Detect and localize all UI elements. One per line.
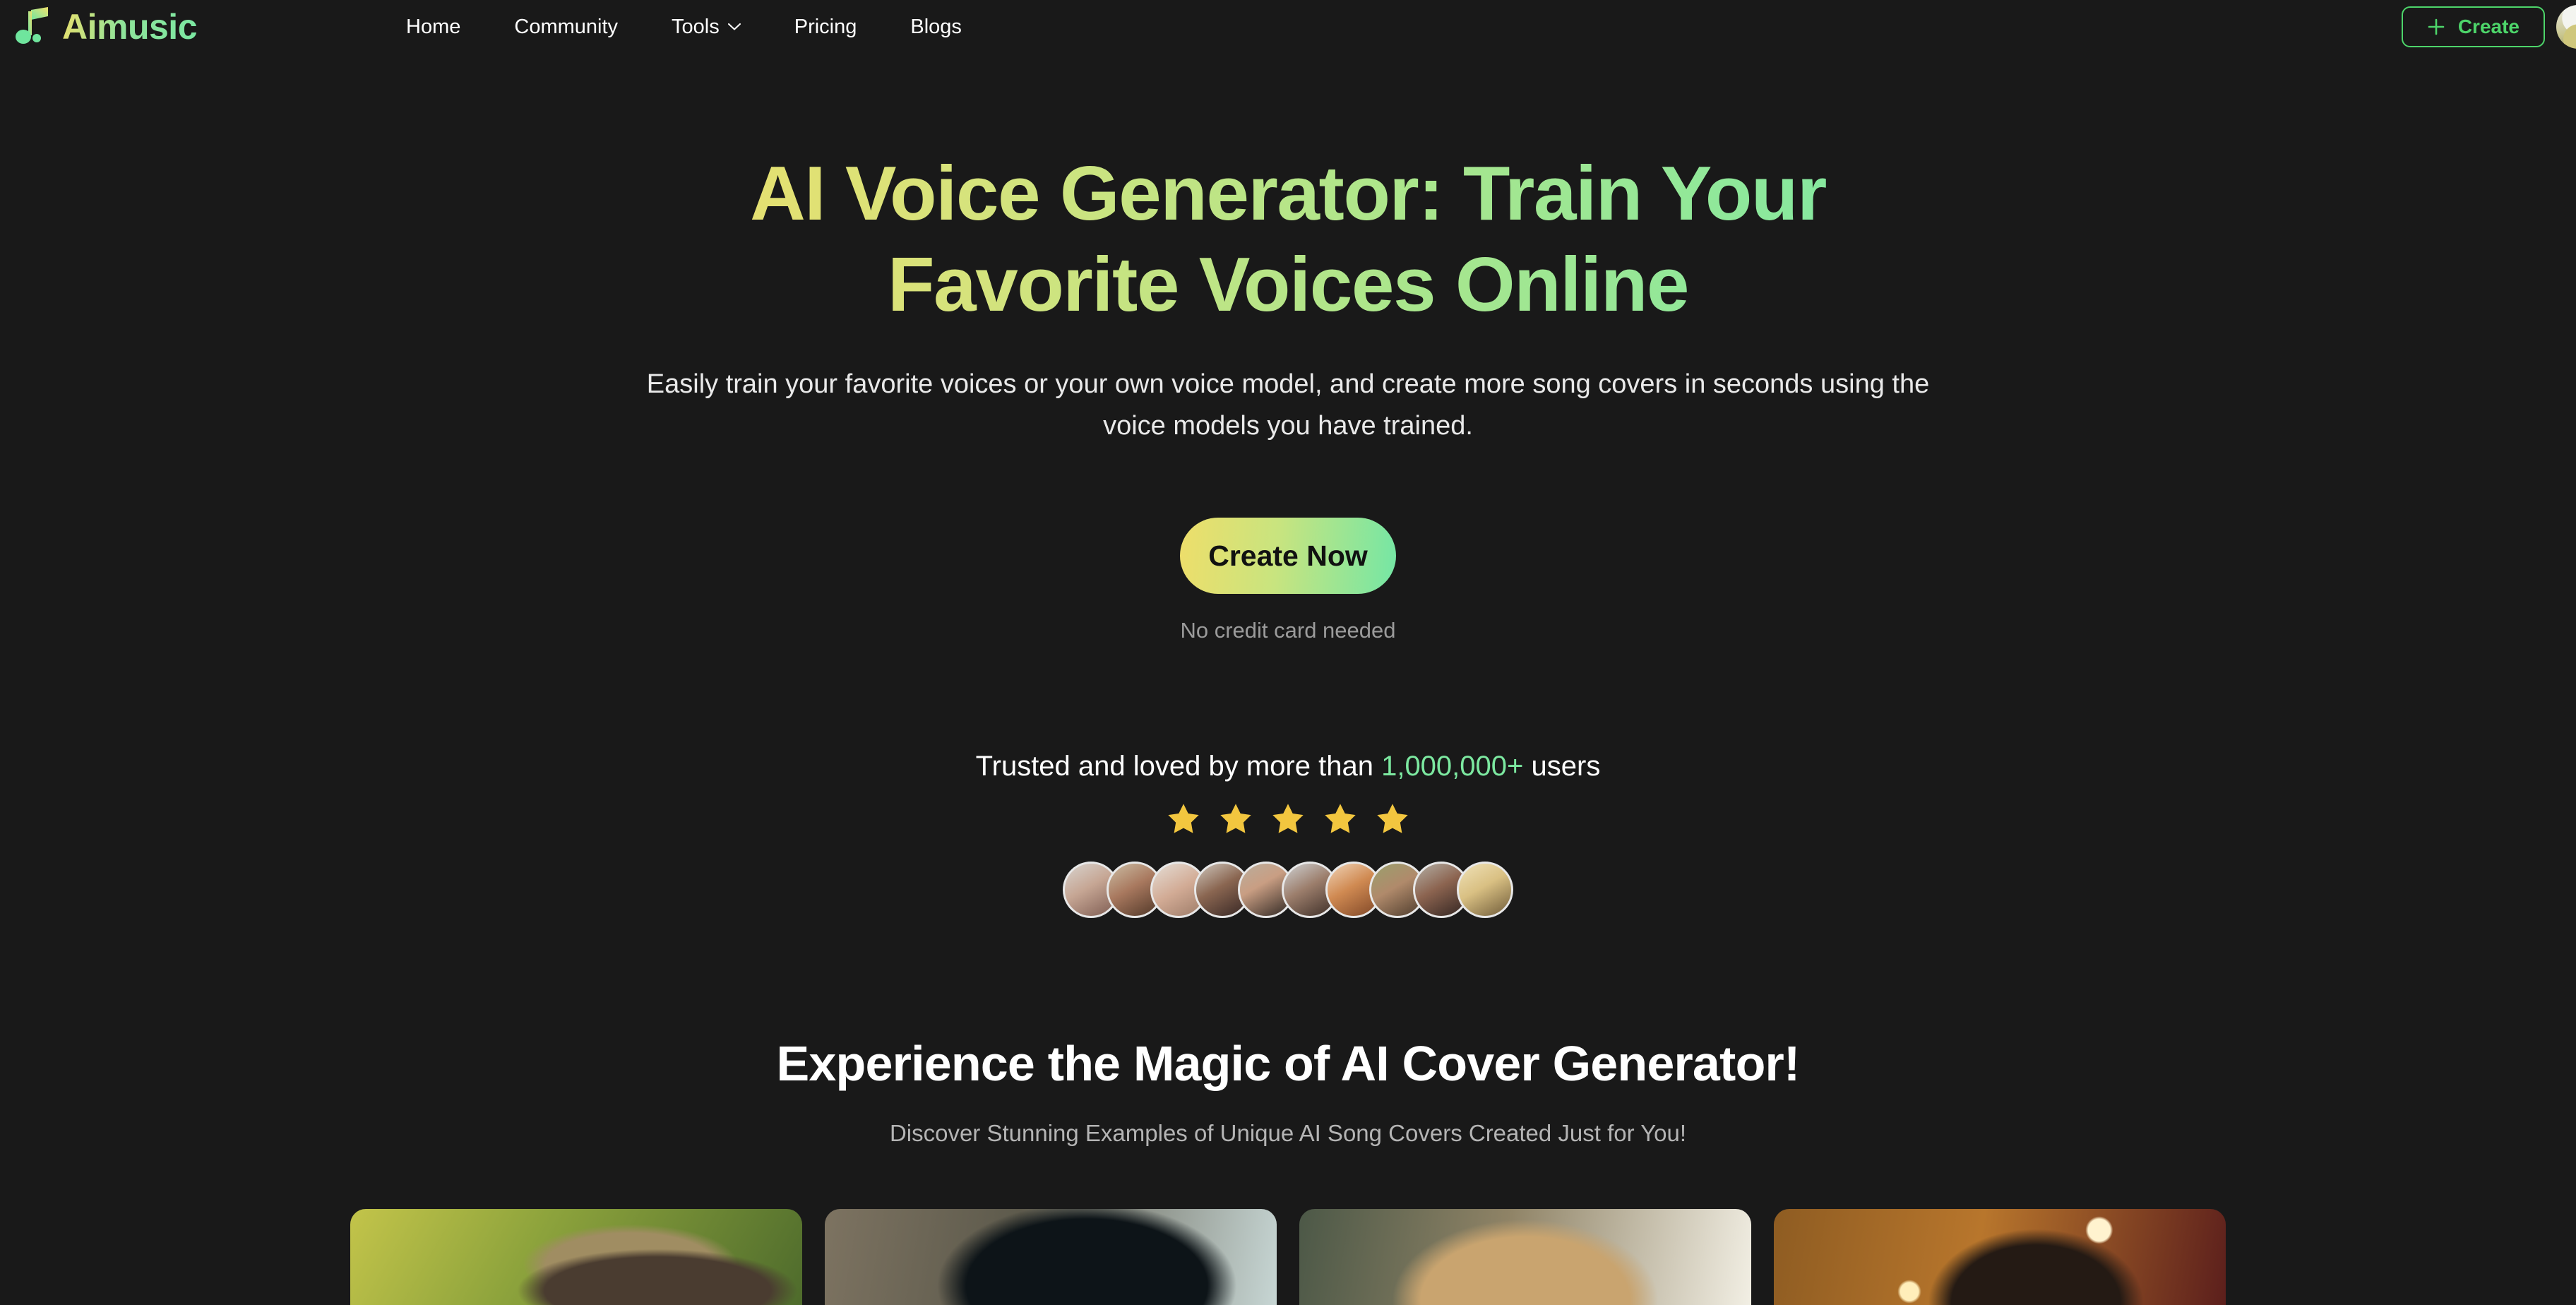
examples-section-header: Experience the Magic of AI Cover Generat… — [0, 1035, 2576, 1147]
music-note-icon — [16, 7, 48, 44]
nav-item-home-label: Home — [406, 15, 461, 38]
trusted-by-line: Trusted and loved by more than 1,000,000… — [0, 751, 2576, 782]
star-icon — [1325, 804, 1356, 833]
create-now-button[interactable]: Create Now — [1180, 518, 1396, 594]
examples-section-title: Experience the Magic of AI Cover Generat… — [776, 1036, 1801, 1091]
hero-section: AI Voice Generator: Train Your Favorite … — [0, 54, 2576, 1147]
nav-links: Home Community Tools Pricing Blogs — [379, 15, 989, 38]
user-count-highlight: 1,000,000+ — [1381, 751, 1524, 782]
nav-item-blogs[interactable]: Blogs — [883, 15, 989, 38]
nav-item-pricing[interactable]: Pricing — [768, 15, 884, 38]
create-button[interactable]: Create — [2401, 6, 2545, 47]
avatar — [1457, 862, 1513, 918]
nav-item-pricing-label: Pricing — [794, 15, 857, 38]
cta-note: No credit card needed — [1180, 618, 1396, 643]
nav-item-home[interactable]: Home — [379, 15, 487, 38]
plus-icon — [2428, 18, 2445, 35]
chevron-down-icon — [727, 23, 741, 30]
nav-item-tools[interactable]: Tools — [645, 15, 768, 38]
star-rating — [0, 801, 2576, 838]
page-title: AI Voice Generator: Train Your Favorite … — [631, 148, 1945, 330]
trusted-text-after: users — [1523, 751, 1601, 782]
nav-item-community[interactable]: Community — [487, 15, 645, 38]
brand-logo[interactable]: Aimusic — [16, 7, 198, 47]
create-button-label: Create — [2457, 16, 2520, 37]
cover-card-4[interactable] — [1774, 1209, 2226, 1305]
star-icon — [1168, 804, 1199, 833]
user-avatar[interactable] — [2556, 5, 2576, 49]
nav-item-tools-label: Tools — [672, 15, 720, 38]
hero-subtitle: Easily train your favorite voices or you… — [646, 369, 1930, 441]
nav-right-group: Create — [2401, 5, 2576, 49]
cover-card-2[interactable] — [825, 1209, 1277, 1305]
cover-card-1[interactable] — [350, 1209, 802, 1305]
star-icon — [1272, 804, 1304, 833]
user-avatar-group — [0, 862, 2576, 918]
nav-item-community-label: Community — [514, 15, 619, 38]
social-proof: Trusted and loved by more than 1,000,000… — [0, 751, 2576, 918]
cta-group: Create Now No credit card needed — [0, 518, 2576, 643]
star-icon — [1377, 804, 1408, 833]
star-icon — [1220, 804, 1251, 833]
top-navigation-bar: Aimusic Home Community Tools Pricing Blo… — [0, 0, 2576, 54]
examples-section-subtitle: Discover Stunning Examples of Unique AI … — [889, 1120, 1687, 1146]
brand-name: Aimusic — [62, 7, 198, 47]
cover-card-row — [0, 1209, 2576, 1305]
cover-card-3[interactable] — [1299, 1209, 1751, 1305]
nav-item-blogs-label: Blogs — [910, 15, 962, 38]
trusted-text-before: Trusted and loved by more than — [975, 751, 1382, 782]
